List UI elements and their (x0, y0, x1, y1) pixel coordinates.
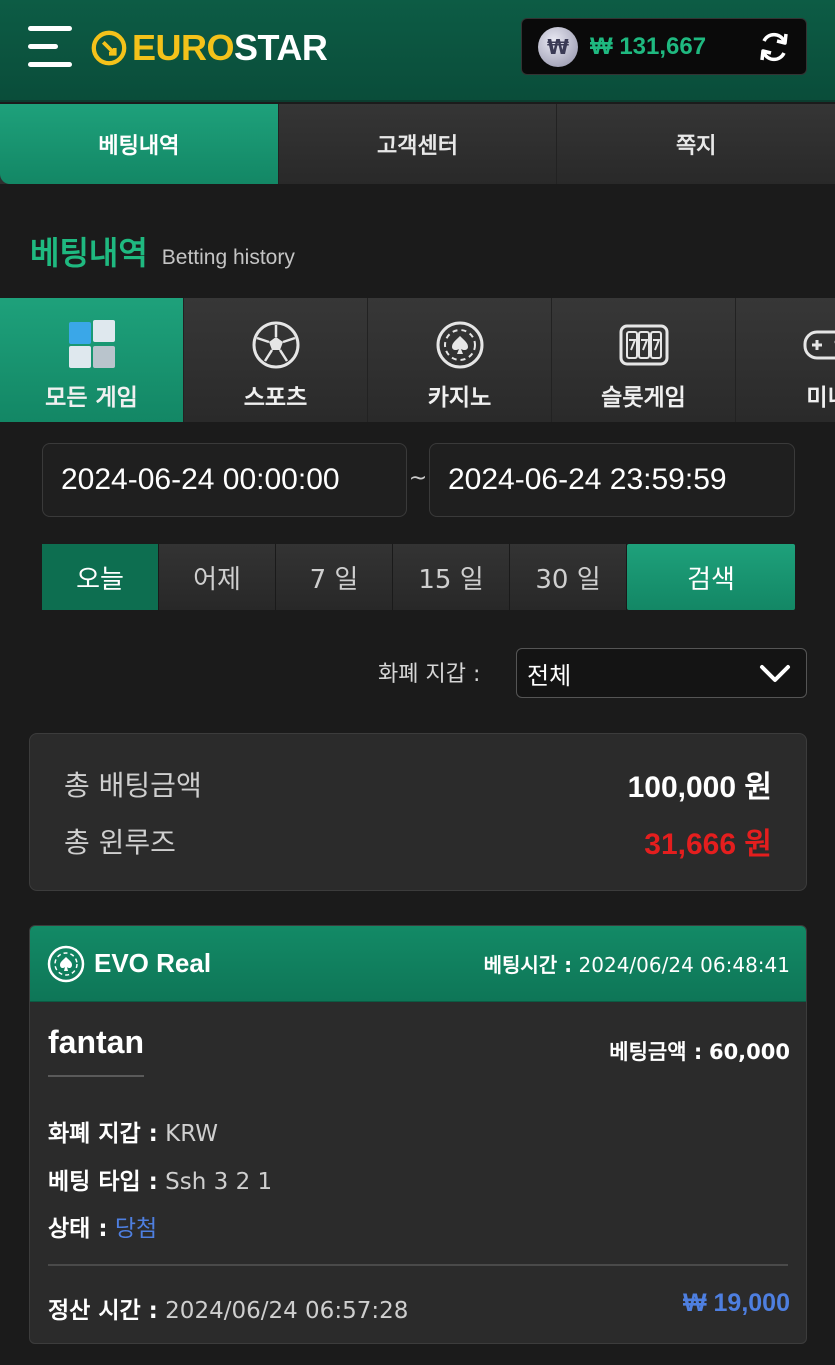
logo-icon (91, 30, 127, 66)
menu-icon[interactable] (28, 26, 72, 68)
chevron-down-icon (760, 665, 790, 682)
date-end-input[interactable]: 2024-06-24 23:59:59 (429, 443, 795, 517)
divider (48, 1264, 788, 1266)
period-buttons: 오늘 어제 7 일 15 일 30 일 (42, 544, 627, 610)
balance-amount: ₩ 131,667 (590, 32, 707, 60)
total-winloss-label: 총 윈루즈 (64, 826, 176, 859)
slot-machine-icon (619, 324, 668, 366)
won-coin-icon: ₩ (538, 26, 578, 67)
category-sports[interactable]: 스포츠 (184, 298, 368, 422)
category-mini[interactable]: 미니 (736, 298, 835, 422)
tab-customer-center[interactable]: 고객센터 (278, 104, 558, 184)
casino-chip-icon (47, 945, 85, 982)
period-7days-button[interactable]: 7 일 (276, 544, 393, 610)
all-games-icon (68, 320, 115, 368)
status-row: 상태 : 당첨 (48, 1216, 158, 1242)
logo[interactable]: EUROSTAR (90, 26, 328, 70)
page-title: 베팅내역 Betting history (30, 228, 295, 274)
status-badge: 당첨 (114, 1216, 158, 1242)
bet-card-header: EVO Real 베팅시간 : 2024/06/24 06:48:41 (30, 926, 806, 1002)
search-button[interactable]: 검색 (627, 544, 795, 610)
bet-amount: 베팅금액 : 60,000 (609, 1040, 790, 1064)
category-casino[interactable]: 카지노 (368, 298, 552, 422)
wallet-select[interactable]: 전체 (516, 648, 807, 698)
logo-text-star: STAR (234, 27, 328, 68)
tab-betting-history[interactable]: 베팅내역 (0, 104, 279, 184)
date-separator: ~ (408, 466, 428, 491)
total-winloss-value: 31,666 원 (644, 828, 772, 861)
category-label: 미니 (806, 385, 835, 411)
category-slots[interactable]: 슬롯게임 (552, 298, 736, 422)
app-header: EUROSTAR ₩ ₩ 131,667 (0, 0, 835, 102)
logo-text-euro: EURO (132, 27, 235, 68)
casino-chip-icon (436, 321, 483, 369)
period-today-button[interactable]: 오늘 (42, 544, 159, 610)
soccer-ball-icon (252, 321, 299, 369)
total-bet-label: 총 배팅금액 (64, 769, 202, 802)
period-yesterday-button[interactable]: 어제 (159, 544, 276, 610)
category-all-games[interactable]: 모든 게임 (0, 298, 184, 422)
win-amount: ₩ 19,000 (682, 1289, 790, 1317)
bet-card: EVO Real 베팅시간 : 2024/06/24 06:48:41 fant… (29, 925, 807, 1344)
tab-messages[interactable]: 쪽지 (557, 104, 835, 184)
wallet-row: 화폐 지갑 : KRW (48, 1121, 219, 1147)
total-bet-value: 100,000 원 (627, 771, 772, 804)
date-start-input[interactable]: 2024-06-24 00:00:00 (42, 443, 407, 517)
category-tabs: 모든 게임 스포츠 카지노 슬롯게임 미 (0, 298, 835, 422)
period-30days-button[interactable]: 30 일 (510, 544, 627, 610)
gamepad-icon (803, 330, 835, 360)
game-provider: EVO Real (94, 948, 212, 978)
page-title-kr: 베팅내역 (30, 234, 148, 272)
wallet-select-value: 전체 (527, 661, 572, 690)
category-label: 스포츠 (243, 385, 308, 411)
game-name: fantan (48, 1024, 144, 1077)
category-label: 카지노 (427, 385, 492, 411)
wallet-filter-label: 화폐 지갑 : (378, 662, 481, 687)
refresh-icon[interactable] (756, 29, 792, 65)
settle-time-row: 정산 시간 : 2024/06/24 06:57:28 (48, 1298, 409, 1324)
period-15days-button[interactable]: 15 일 (393, 544, 510, 610)
bet-type-row: 베팅 타입 : Ssh 3 2 1 (48, 1169, 273, 1195)
top-tabs: 베팅내역 고객센터 쪽지 (0, 104, 835, 184)
summary-panel: 총 배팅금액 100,000 원 총 윈루즈 31,666 원 (29, 733, 807, 891)
balance-box: ₩ ₩ 131,667 (521, 18, 807, 75)
bet-time: 베팅시간 : 2024/06/24 06:48:41 (483, 953, 790, 977)
page-title-en: Betting history (161, 246, 295, 269)
category-label: 슬롯게임 (601, 385, 686, 411)
category-label: 모든 게임 (45, 385, 138, 411)
